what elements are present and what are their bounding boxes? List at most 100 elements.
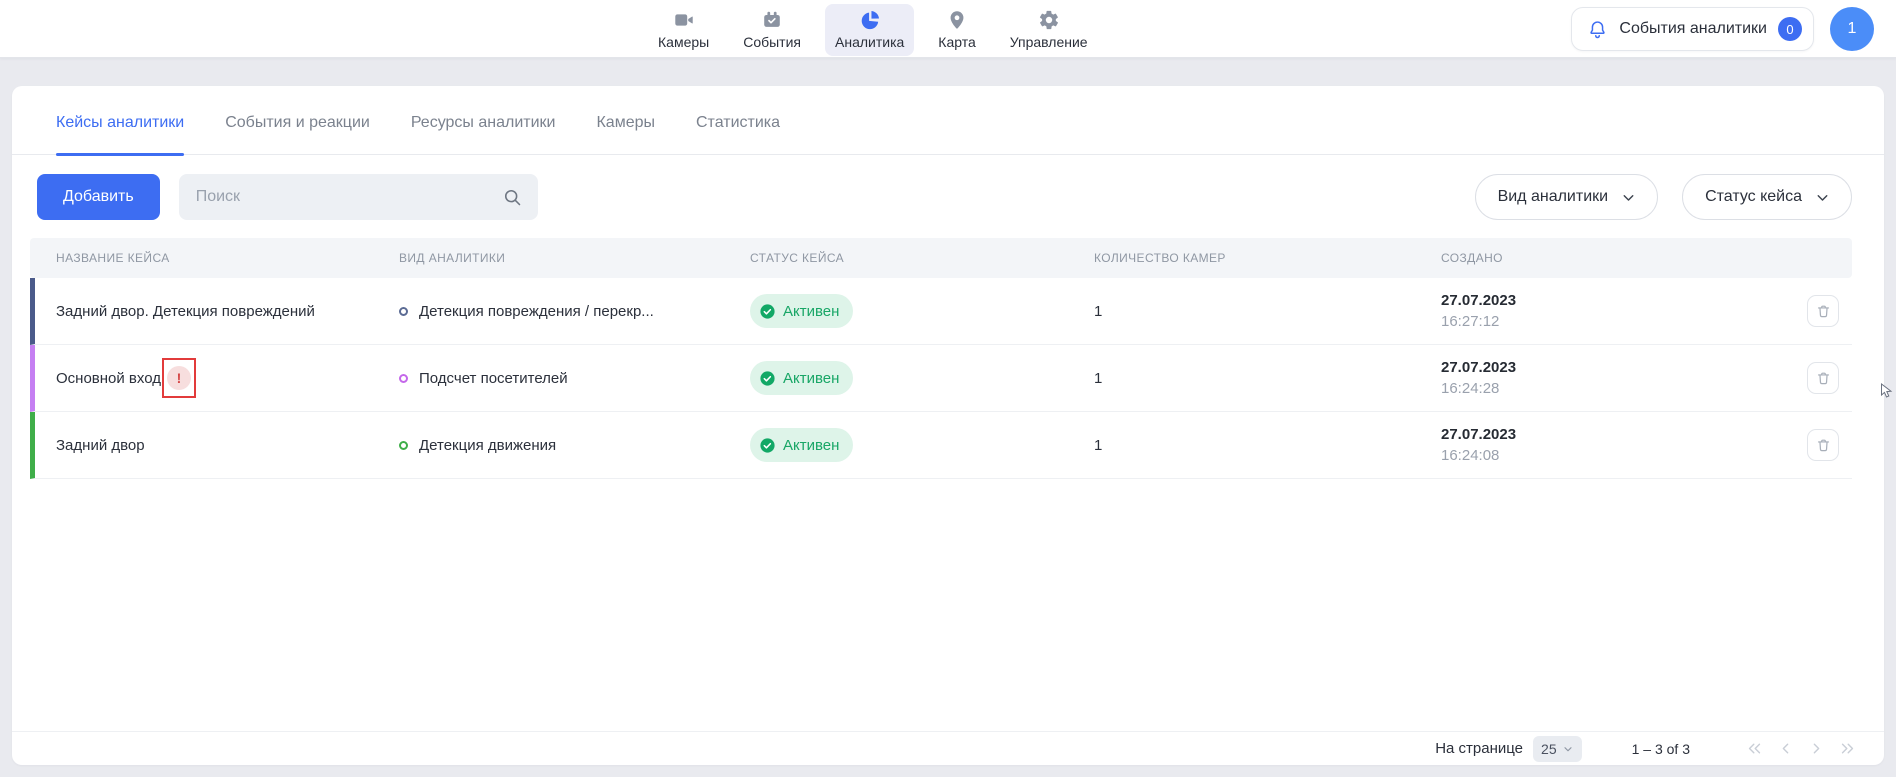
nav-item-analytics[interactable]: Аналитика: [825, 4, 914, 56]
nav-item-cameras[interactable]: Камеры: [648, 4, 719, 56]
actions-cell: [1807, 362, 1852, 394]
filter-label: Вид аналитики: [1498, 188, 1609, 206]
camera-count-cell: 1: [1094, 303, 1441, 320]
tab-bar: Кейсы аналитики События и реакции Ресурс…: [12, 86, 1884, 155]
analytics-type-filter[interactable]: Вид аналитики: [1475, 174, 1659, 220]
case-status-cell: Активен: [750, 428, 1094, 462]
status-badge: Активен: [750, 294, 853, 328]
chevrons-left-icon: [1746, 740, 1763, 757]
page-range: 1 – 3 of 3: [1632, 741, 1690, 757]
next-page-button[interactable]: [1808, 740, 1825, 757]
mouse-cursor: [1880, 383, 1896, 399]
created-time: 16:24:08: [1441, 447, 1807, 464]
case-status-cell: Активен: [750, 294, 1094, 328]
events-count-badge: 0: [1778, 17, 1802, 41]
actions-cell: [1807, 295, 1852, 327]
analytics-type-icon: [399, 441, 408, 450]
trash-icon: [1815, 437, 1832, 454]
search-input[interactable]: [196, 188, 502, 206]
analytics-type-label: Подсчет посетителей: [419, 370, 568, 387]
first-page-button[interactable]: [1746, 740, 1763, 757]
nav-item-map[interactable]: Карта: [928, 4, 985, 56]
tab-statistics[interactable]: Статистика: [696, 114, 780, 154]
delete-button[interactable]: [1807, 429, 1839, 461]
case-name: Задний двор: [56, 437, 145, 454]
nav-label: Камеры: [658, 34, 709, 50]
check-circle-icon: [759, 370, 776, 387]
main-nav: Камеры События Аналитика Карта Управлени…: [648, 4, 1098, 56]
camera-count-cell: 1: [1094, 437, 1441, 454]
per-page-value: 25: [1541, 741, 1557, 757]
chevrons-right-icon: [1839, 740, 1856, 757]
created-date: 27.07.2023: [1441, 359, 1807, 376]
analytics-events-button[interactable]: События аналитики 0: [1571, 7, 1814, 51]
delete-button[interactable]: [1807, 362, 1839, 394]
case-name-cell: Задний двор. Детекция повреждений: [35, 303, 399, 320]
tab-analytics-cases[interactable]: Кейсы аналитики: [56, 114, 184, 154]
tab-cameras[interactable]: Камеры: [596, 114, 655, 154]
created-date: 27.07.2023: [1441, 426, 1807, 443]
analytics-type-label: Детекция движения: [419, 437, 556, 454]
prev-page-button[interactable]: [1777, 740, 1794, 757]
chevron-right-icon: [1808, 740, 1825, 757]
tab-analytics-resources[interactable]: Ресурсы аналитики: [411, 114, 556, 154]
case-status-filter[interactable]: Статус кейса: [1682, 174, 1852, 220]
tab-events-reactions[interactable]: События и реакции: [225, 114, 370, 154]
chevron-down-icon: [1620, 189, 1637, 206]
created-cell: 27.07.2023 16:24:28: [1441, 359, 1807, 397]
status-label: Активен: [783, 370, 839, 387]
case-name: Основной вход: [56, 370, 161, 387]
alert-highlight-box: !: [162, 358, 196, 398]
search-box: [179, 174, 538, 220]
per-page-label: На странице: [1435, 740, 1523, 757]
events-button-label: События аналитики: [1619, 20, 1767, 38]
delete-button[interactable]: [1807, 295, 1839, 327]
col-header-camera-count: КОЛИЧЕСТВО КАМЕР: [1094, 251, 1441, 265]
table-row[interactable]: Основной вход ! Подсчет посетителей Акти…: [30, 345, 1852, 412]
status-badge: Активен: [750, 428, 853, 462]
created-cell: 27.07.2023 16:27:12: [1441, 292, 1807, 330]
camera-count-cell: 1: [1094, 370, 1441, 387]
case-name-cell: Задний двор: [35, 437, 399, 454]
camera-icon: [673, 9, 695, 31]
nav-label: Аналитика: [835, 34, 904, 50]
last-page-button[interactable]: [1839, 740, 1856, 757]
search-icon: [502, 187, 523, 208]
exclamation-icon: !: [167, 366, 191, 390]
created-cell: 27.07.2023 16:24:08: [1441, 426, 1807, 464]
top-header: Камеры События Аналитика Карта Управлени…: [0, 0, 1896, 58]
nav-label: Карта: [938, 34, 975, 50]
analytics-type-cell: Детекция движения: [399, 437, 750, 454]
avatar[interactable]: 1: [1830, 7, 1874, 51]
created-time: 16:27:12: [1441, 313, 1807, 330]
check-circle-icon: [759, 437, 776, 454]
col-header-case-status: СТАТУС КЕЙСА: [750, 251, 1094, 265]
created-date: 27.07.2023: [1441, 292, 1807, 309]
trash-icon: [1815, 370, 1832, 387]
created-time: 16:24:28: [1441, 380, 1807, 397]
cases-table: НАЗВАНИЕ КЕЙСА ВИД АНАЛИТИКИ СТАТУС КЕЙС…: [30, 238, 1852, 479]
analytics-type-icon: [399, 307, 408, 316]
toolbar: Добавить Вид аналитики Статус кейса: [37, 174, 1852, 220]
table-row[interactable]: Задний двор Детекция движения Активен 1 …: [30, 412, 1852, 479]
add-button[interactable]: Добавить: [37, 174, 160, 220]
per-page-select[interactable]: 25: [1533, 736, 1582, 762]
nav-item-events[interactable]: События: [733, 4, 811, 56]
nav-label: Управление: [1010, 34, 1088, 50]
header-right: События аналитики 0 1: [1571, 7, 1874, 51]
status-label: Активен: [783, 303, 839, 320]
analytics-panel: Кейсы аналитики События и реакции Ресурс…: [12, 86, 1884, 765]
table-row[interactable]: Задний двор. Детекция повреждений Детекц…: [30, 278, 1852, 345]
table-body: Задний двор. Детекция повреждений Детекц…: [30, 278, 1852, 479]
nav-item-management[interactable]: Управление: [1000, 4, 1098, 56]
map-pin-icon: [946, 9, 968, 31]
analytics-pie-icon: [859, 9, 881, 31]
filter-label: Статус кейса: [1705, 188, 1802, 206]
status-label: Активен: [783, 437, 839, 454]
col-header-created: СОЗДАНО: [1441, 251, 1807, 265]
bell-icon: [1587, 19, 1608, 40]
case-status-cell: Активен: [750, 361, 1094, 395]
trash-icon: [1815, 303, 1832, 320]
chevron-down-icon: [1562, 743, 1574, 755]
col-header-case-name: НАЗВАНИЕ КЕЙСА: [30, 251, 399, 265]
